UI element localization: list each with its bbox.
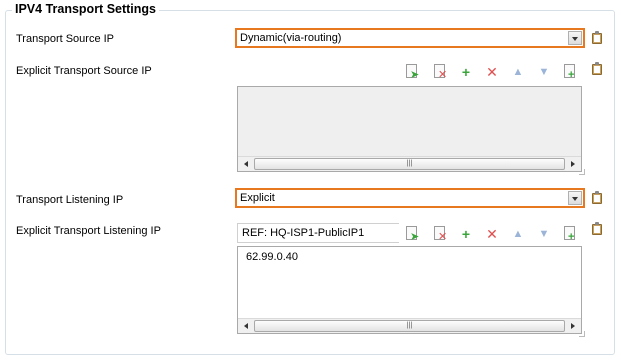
clipboard-icon[interactable] bbox=[592, 31, 602, 44]
move-up-icon[interactable]: ▲ bbox=[510, 226, 526, 242]
move-down-icon[interactable]: ▼ bbox=[536, 64, 552, 80]
delete-entry-icon[interactable]: ✕ bbox=[433, 64, 447, 81]
explicit-source-toolbar: ➤ ✕ + ✕ ▲ ▼ + bbox=[405, 64, 580, 84]
remove-icon[interactable]: ✕ bbox=[484, 64, 500, 80]
explicit-listening-toolbar: ➤ ✕ + ✕ ▲ ▼ + bbox=[405, 226, 580, 246]
add-icon[interactable]: + bbox=[458, 226, 474, 242]
add-document-icon[interactable]: + bbox=[563, 226, 577, 243]
remove-icon[interactable]: ✕ bbox=[484, 226, 500, 242]
clipboard-icon[interactable] bbox=[592, 62, 602, 75]
add-document-icon[interactable]: + bbox=[563, 64, 577, 81]
move-down-icon[interactable]: ▼ bbox=[536, 226, 552, 242]
insert-icon[interactable]: ➤ bbox=[405, 64, 419, 81]
scroll-right-icon[interactable] bbox=[571, 161, 575, 167]
horizontal-scrollbar[interactable]: ||| bbox=[238, 156, 581, 171]
horizontal-scrollbar[interactable]: ||| bbox=[238, 318, 581, 333]
scrollbar-thumb[interactable]: ||| bbox=[254, 158, 565, 170]
insert-icon[interactable]: ➤ bbox=[405, 226, 419, 243]
explicit-listening-ip-list[interactable]: 62.99.0.40 ||| bbox=[237, 246, 585, 337]
transport-source-ip-value: Dynamic(via-routing) bbox=[240, 32, 342, 44]
transport-listening-ip-value: Explicit bbox=[240, 192, 275, 204]
delete-entry-icon[interactable]: ✕ bbox=[433, 226, 447, 243]
ref-field[interactable]: REF: HQ-ISP1-PublicIP1 bbox=[237, 223, 399, 243]
scroll-left-icon[interactable] bbox=[244, 161, 248, 167]
section-title: IPV4 Transport Settings bbox=[12, 2, 160, 16]
list-item[interactable]: 62.99.0.40 bbox=[246, 251, 298, 263]
explicit-transport-listening-ip-label: Explicit Transport Listening IP bbox=[16, 225, 161, 237]
scroll-right-icon[interactable] bbox=[571, 323, 575, 329]
scroll-left-icon[interactable] bbox=[244, 323, 248, 329]
resize-grip[interactable] bbox=[579, 169, 585, 175]
chevron-down-icon[interactable] bbox=[568, 191, 582, 205]
clipboard-icon[interactable] bbox=[592, 191, 602, 204]
transport-source-ip-select[interactable]: Dynamic(via-routing) bbox=[235, 28, 585, 48]
transport-listening-ip-label: Transport Listening IP bbox=[16, 194, 124, 206]
move-up-icon[interactable]: ▲ bbox=[510, 64, 526, 80]
clipboard-icon[interactable] bbox=[592, 222, 602, 235]
resize-grip[interactable] bbox=[579, 331, 585, 337]
add-icon[interactable]: + bbox=[458, 64, 474, 80]
explicit-source-ip-list[interactable]: ||| bbox=[237, 86, 585, 175]
scrollbar-thumb[interactable]: ||| bbox=[254, 320, 565, 332]
explicit-transport-source-ip-label: Explicit Transport Source IP bbox=[16, 65, 152, 77]
transport-source-ip-label: Transport Source IP bbox=[16, 33, 115, 45]
transport-listening-ip-select[interactable]: Explicit bbox=[235, 188, 585, 208]
chevron-down-icon[interactable] bbox=[568, 31, 582, 45]
